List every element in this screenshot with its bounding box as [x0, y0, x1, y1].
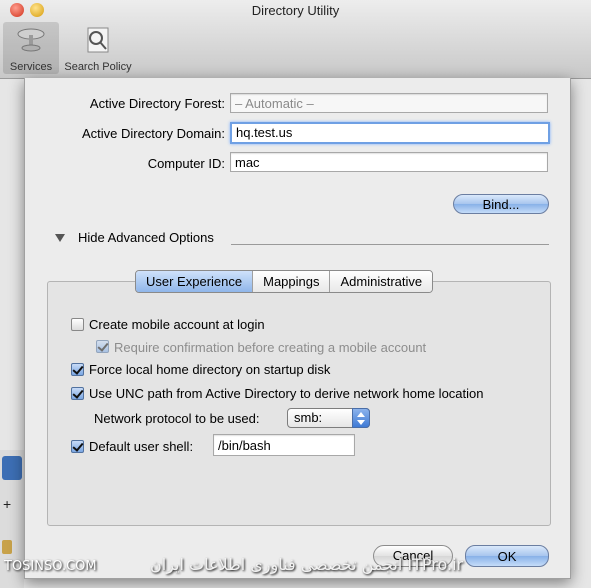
toolbar-services-label: Services [9, 61, 53, 73]
bind-sheet: Active Directory Forest: – Automatic – A… [24, 78, 571, 579]
computer-id-field[interactable]: mac [230, 152, 548, 172]
disclosure-triangle-icon[interactable] [55, 234, 65, 242]
search-policy-icon [87, 27, 109, 53]
force-local-home-checkbox[interactable] [71, 363, 84, 376]
tab-administrative[interactable]: Administrative [330, 271, 433, 292]
add-icon[interactable]: + [3, 496, 11, 512]
toolbar-search-policy-label: Search Policy [64, 61, 132, 73]
forest-label: Active Directory Forest: [89, 96, 225, 111]
network-protocol-value: smb: [294, 410, 323, 425]
tab-mappings[interactable]: Mappings [253, 271, 331, 292]
domain-field[interactable]: hq.test.us [230, 122, 550, 144]
require-confirmation-checkbox[interactable] [96, 340, 109, 353]
hide-advanced-options-toggle[interactable]: Hide Advanced Options [78, 230, 214, 245]
advanced-tabs: User Experience Mappings Administrative [135, 270, 434, 293]
popup-arrows-icon [352, 408, 370, 428]
default-shell-checkbox[interactable] [71, 440, 84, 453]
default-shell-label: Default user shell: [89, 439, 194, 454]
services-icon [17, 28, 45, 52]
network-protocol-label: Network protocol to be used: [94, 411, 260, 426]
watermark-right-text: انجمن تخصصی فناوری اطلاعات ایران ITPro.i… [150, 555, 464, 574]
watermark-left-text: TOSINSO.COM [4, 559, 97, 574]
separator [231, 244, 549, 245]
computer-id-label: Computer ID: [147, 156, 225, 171]
force-local-home-label: Force local home directory on startup di… [89, 362, 331, 377]
bind-button[interactable]: Bind... [453, 194, 549, 214]
tab-user-experience[interactable]: User Experience [136, 271, 254, 292]
domain-label: Active Directory Domain: [81, 126, 225, 141]
lock-icon[interactable] [2, 540, 12, 554]
forest-field[interactable]: – Automatic – [230, 93, 548, 113]
watermark: TOSINSO.COM انجمن تخصصی فناوری اطلاعات ا… [0, 555, 591, 588]
use-unc-checkbox[interactable] [71, 387, 84, 400]
window-title: Directory Utility [251, 3, 340, 18]
network-protocol-popup[interactable]: smb: [287, 408, 370, 428]
require-confirmation-label: Require confirmation before creating a m… [114, 340, 427, 355]
mobile-account-checkbox[interactable] [71, 318, 84, 331]
toolbar-search-policy-button[interactable]: Search Policy [60, 22, 136, 74]
home-icon [2, 456, 22, 480]
mobile-account-label: Create mobile account at login [89, 317, 265, 332]
toolbar-services-button[interactable]: Services [3, 22, 59, 74]
window-titlebar: Directory Utility Services Search Policy [0, 0, 591, 79]
shell-field[interactable]: /bin/bash [213, 434, 355, 456]
use-unc-label: Use UNC path from Active Directory to de… [89, 386, 484, 401]
